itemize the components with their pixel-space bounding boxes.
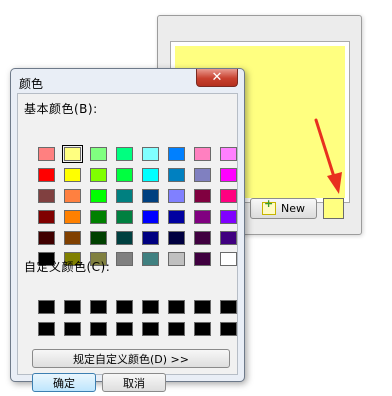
custom-color-swatch[interactable]: [38, 322, 55, 336]
basic-color-swatch[interactable]: [194, 252, 211, 266]
custom-color-swatch[interactable]: [116, 322, 133, 336]
basic-color-swatch[interactable]: [194, 231, 211, 245]
basic-color-swatch[interactable]: [38, 189, 55, 203]
basic-color-swatch[interactable]: [220, 210, 237, 224]
basic-colors-grid: [38, 145, 237, 266]
basic-color-swatch[interactable]: [90, 168, 107, 182]
dialog-title: 颜色: [19, 77, 44, 91]
basic-color-swatch[interactable]: [142, 210, 159, 224]
custom-colors-label: 自定义颜色(C):: [24, 260, 111, 274]
basic-color-swatch[interactable]: [142, 189, 159, 203]
basic-color-swatch[interactable]: [168, 231, 185, 245]
basic-color-swatch[interactable]: [168, 168, 185, 182]
basic-color-swatch[interactable]: [62, 145, 83, 163]
basic-color-swatch[interactable]: [168, 147, 185, 161]
new-button[interactable]: New: [250, 197, 317, 219]
basic-color-swatch[interactable]: [38, 168, 55, 182]
custom-color-swatch[interactable]: [90, 322, 107, 336]
basic-color-swatch[interactable]: [142, 231, 159, 245]
custom-color-swatch[interactable]: [142, 300, 159, 314]
basic-color-swatch[interactable]: [220, 168, 237, 182]
basic-color-swatch[interactable]: [90, 189, 107, 203]
basic-color-swatch[interactable]: [64, 231, 81, 245]
new-note-icon: [262, 197, 276, 215]
basic-color-swatch[interactable]: [194, 168, 211, 182]
basic-color-swatch[interactable]: [220, 231, 237, 245]
basic-color-swatch[interactable]: [116, 210, 133, 224]
basic-color-swatch[interactable]: [38, 147, 55, 161]
basic-color-swatch[interactable]: [142, 168, 159, 182]
color-swatch-button[interactable]: [323, 198, 344, 219]
custom-color-swatch[interactable]: [168, 322, 185, 336]
basic-color-swatch[interactable]: [142, 252, 159, 266]
custom-color-swatch[interactable]: [38, 300, 55, 314]
basic-color-swatch[interactable]: [194, 210, 211, 224]
basic-color-swatch[interactable]: [90, 210, 107, 224]
basic-color-swatch[interactable]: [220, 252, 237, 266]
basic-color-swatch[interactable]: [168, 210, 185, 224]
basic-color-swatch[interactable]: [142, 147, 159, 161]
new-button-label: New: [281, 202, 305, 215]
basic-color-swatch[interactable]: [64, 189, 81, 203]
basic-color-swatch[interactable]: [116, 147, 133, 161]
basic-color-swatch[interactable]: [38, 210, 55, 224]
custom-color-swatch[interactable]: [64, 322, 81, 336]
cancel-button-label: 取消: [123, 376, 145, 390]
custom-color-swatch[interactable]: [64, 300, 81, 314]
custom-color-swatch[interactable]: [194, 300, 211, 314]
basic-color-swatch[interactable]: [64, 210, 81, 224]
custom-colors-grid: [38, 300, 237, 336]
screen: New 颜色 ✕ 基本颜色(B): 自定义颜色(C): 规定自定义颜色(D) >…: [0, 0, 392, 396]
basic-color-swatch[interactable]: [116, 252, 133, 266]
basic-color-swatch[interactable]: [168, 189, 185, 203]
basic-color-swatch[interactable]: [38, 231, 55, 245]
cancel-button[interactable]: 取消: [102, 373, 166, 392]
custom-color-swatch[interactable]: [90, 300, 107, 314]
basic-color-swatch[interactable]: [168, 252, 185, 266]
custom-color-swatch[interactable]: [194, 322, 211, 336]
custom-color-swatch[interactable]: [168, 300, 185, 314]
define-custom-colors-button[interactable]: 规定自定义颜色(D) >>: [32, 349, 230, 368]
custom-color-swatch[interactable]: [116, 300, 133, 314]
basic-color-swatch[interactable]: [64, 168, 81, 182]
basic-color-swatch[interactable]: [220, 147, 237, 161]
basic-color-swatch[interactable]: [90, 147, 107, 161]
define-custom-colors-label: 规定自定义颜色(D) >>: [73, 352, 189, 366]
basic-color-swatch[interactable]: [194, 189, 211, 203]
basic-color-swatch[interactable]: [220, 189, 237, 203]
ok-button[interactable]: 确定: [32, 373, 96, 392]
basic-color-swatch[interactable]: [116, 231, 133, 245]
basic-color-swatch[interactable]: [116, 189, 133, 203]
custom-color-swatch[interactable]: [142, 322, 159, 336]
basic-color-swatch[interactable]: [194, 147, 211, 161]
color-dialog: 颜色 ✕ 基本颜色(B): 自定义颜色(C): 规定自定义颜色(D) >> 确定…: [10, 68, 245, 392]
custom-color-swatch[interactable]: [220, 322, 237, 336]
basic-color-swatch[interactable]: [90, 231, 107, 245]
close-button[interactable]: ✕: [196, 69, 238, 87]
basic-colors-label: 基本颜色(B):: [24, 102, 98, 116]
basic-color-swatch[interactable]: [116, 168, 133, 182]
ok-button-label: 确定: [53, 376, 75, 390]
close-icon: ✕: [211, 70, 223, 85]
dialog-body: 基本颜色(B): 自定义颜色(C): 规定自定义颜色(D) >> 确定 取消: [17, 93, 238, 392]
custom-color-swatch[interactable]: [220, 300, 237, 314]
red-arrow-annotation: [314, 118, 342, 194]
